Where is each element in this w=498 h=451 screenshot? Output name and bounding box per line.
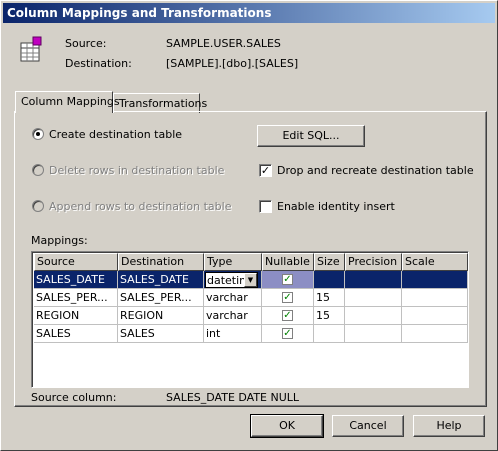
ok-button[interactable]: OK xyxy=(250,414,324,438)
nullable-checkbox[interactable]: ✓ xyxy=(282,310,293,321)
cell-source[interactable]: REGION xyxy=(34,307,118,325)
destination-value: [SAMPLE].[dbo].[SALES] xyxy=(166,57,299,70)
title-bar: Column Mappings and Transformations xyxy=(3,3,495,23)
cell-destination[interactable]: SALES xyxy=(118,325,204,343)
checkmark-icon: ✓ xyxy=(283,310,292,321)
drop-recreate-label[interactable]: Drop and recreate destination table xyxy=(277,164,474,177)
create-table-label[interactable]: Create destination table xyxy=(49,128,182,141)
table-row[interactable]: SALES SALES int ✓ xyxy=(34,325,468,343)
cell-precision[interactable] xyxy=(345,325,402,343)
ok-label: OK xyxy=(279,419,295,432)
identity-insert-label[interactable]: Enable identity insert xyxy=(277,200,395,213)
cell-scale[interactable] xyxy=(402,271,468,289)
cell-scale[interactable] xyxy=(402,289,468,307)
dialog-window: Column Mappings and Transformations Sour… xyxy=(0,0,498,451)
col-header-scale[interactable]: Scale xyxy=(402,253,468,271)
cell-size[interactable] xyxy=(314,271,345,289)
cell-precision[interactable] xyxy=(345,289,402,307)
type-dropdown[interactable]: datetime ▼ xyxy=(205,272,258,288)
tab-label: Transformations xyxy=(119,97,208,110)
col-header-precision[interactable]: Precision xyxy=(345,253,402,271)
cell-type[interactable]: varchar xyxy=(204,307,262,325)
checkmark-icon: ✓ xyxy=(283,292,292,303)
col-header-nullable[interactable]: Nullable xyxy=(262,253,314,271)
checkmark-icon: ✓ xyxy=(260,164,271,177)
cell-destination[interactable]: SALES_PER... xyxy=(118,289,204,307)
checkmark-icon: ✓ xyxy=(283,274,292,285)
cancel-button[interactable]: Cancel xyxy=(332,415,404,437)
edit-sql-button[interactable]: Edit SQL... xyxy=(257,125,365,147)
table-row[interactable]: SALES_DATE SALES_DATE datetime ▼ ✓ xyxy=(34,271,468,289)
append-rows-label[interactable]: Append rows to destination table xyxy=(49,200,231,213)
cell-type[interactable]: varchar xyxy=(204,289,262,307)
table-icon xyxy=(19,35,45,63)
col-header-type[interactable]: Type xyxy=(204,253,262,271)
cell-precision[interactable] xyxy=(345,271,402,289)
cell-source[interactable]: SALES_PER... xyxy=(34,289,118,307)
cell-destination[interactable]: REGION xyxy=(118,307,204,325)
edit-sql-label: Edit SQL... xyxy=(282,129,340,142)
nullable-checkbox[interactable]: ✓ xyxy=(282,274,293,285)
identity-insert-checkbox[interactable] xyxy=(259,200,272,213)
col-header-size[interactable]: Size xyxy=(314,253,345,271)
chevron-down-icon[interactable]: ▼ xyxy=(244,273,257,287)
grid-header: Source Destination Type Nullable Size Pr… xyxy=(34,253,468,271)
table-row[interactable]: REGION REGION varchar ✓ 15 xyxy=(34,307,468,325)
create-table-radio[interactable] xyxy=(32,128,44,140)
nullable-checkbox[interactable]: ✓ xyxy=(282,292,293,303)
source-value: SAMPLE.USER.SALES xyxy=(166,37,281,50)
col-header-destination[interactable]: Destination xyxy=(118,253,204,271)
drop-recreate-checkbox[interactable]: ✓ xyxy=(259,164,272,177)
cell-destination[interactable]: SALES_DATE xyxy=(118,271,204,289)
checkmark-icon: ✓ xyxy=(283,328,292,339)
tab-column-mappings[interactable]: Column Mappings xyxy=(15,91,120,113)
help-label: Help xyxy=(436,419,462,432)
source-column-value: SALES_DATE DATE NULL xyxy=(166,391,300,404)
cell-type[interactable]: datetime ▼ xyxy=(204,271,262,289)
cancel-label: Cancel xyxy=(349,419,387,432)
cell-precision[interactable] xyxy=(345,307,402,325)
source-label: Source: xyxy=(65,37,107,50)
cell-nullable[interactable]: ✓ xyxy=(262,289,314,307)
cell-source[interactable]: SALES_DATE xyxy=(34,271,118,289)
cell-source[interactable]: SALES xyxy=(34,325,118,343)
cell-nullable[interactable]: ✓ xyxy=(262,325,314,343)
col-header-source[interactable]: Source xyxy=(34,253,118,271)
destination-label: Destination: xyxy=(65,57,132,70)
cell-nullable[interactable]: ✓ xyxy=(262,307,314,325)
tab-transformations[interactable]: Transformations xyxy=(113,93,207,113)
append-rows-radio[interactable] xyxy=(32,200,44,212)
source-column-label: Source column: xyxy=(31,391,117,404)
nullable-checkbox[interactable]: ✓ xyxy=(282,328,293,339)
cell-nullable[interactable]: ✓ xyxy=(262,271,314,289)
table-row[interactable]: SALES_PER... SALES_PER... varchar ✓ 15 xyxy=(34,289,468,307)
cell-scale[interactable] xyxy=(402,307,468,325)
delete-rows-label[interactable]: Delete rows in destination table xyxy=(49,164,224,177)
cell-scale[interactable] xyxy=(402,325,468,343)
help-button[interactable]: Help xyxy=(413,415,485,437)
mappings-label: Mappings: xyxy=(31,234,88,247)
cell-type[interactable]: int xyxy=(204,325,262,343)
cell-size[interactable]: 15 xyxy=(314,307,345,325)
tab-label: Column Mappings xyxy=(21,95,120,108)
mappings-grid[interactable]: Source Destination Type Nullable Size Pr… xyxy=(31,251,469,388)
cell-size[interactable] xyxy=(314,325,345,343)
cell-size[interactable]: 15 xyxy=(314,289,345,307)
delete-rows-radio[interactable] xyxy=(32,164,44,176)
